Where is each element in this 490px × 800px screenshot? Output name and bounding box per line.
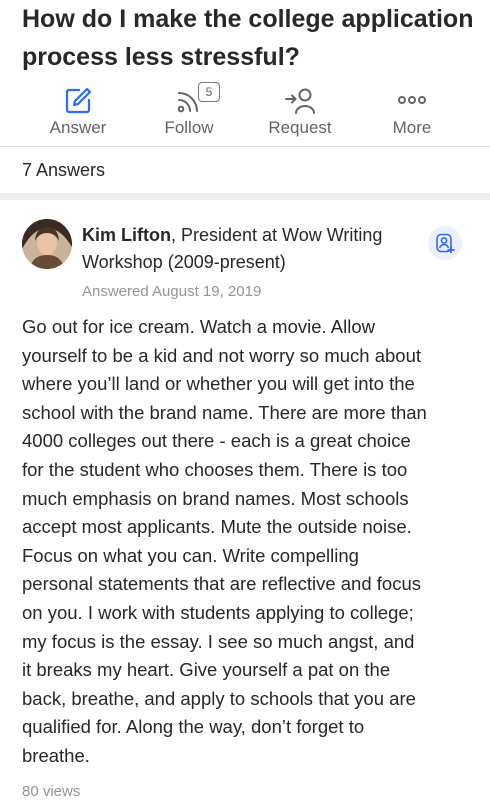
author-name[interactable]: Kim Lifton: [82, 225, 171, 245]
answer-line: on you. I work with students applying to…: [22, 601, 414, 623]
answer-line: my focus is the essay. I see so much ang…: [22, 630, 415, 652]
author-line: Kim Lifton, President at Wow Writing Wor…: [82, 222, 422, 276]
answer-line: Focus on what you can. Write compelling: [22, 544, 359, 566]
answer-icon-wrap: [23, 84, 133, 114]
answer-line: personal statements that are reflective …: [22, 573, 421, 595]
answer-label: Answer: [49, 118, 107, 137]
section-separator: [0, 193, 490, 200]
more-label: More: [392, 118, 432, 137]
answer-line: 4000 colleges out there - each is a grea…: [22, 430, 411, 452]
author-photo: [22, 219, 72, 269]
more-dots-icon: [398, 96, 426, 104]
follow-user-icon: [436, 233, 455, 253]
question-title[interactable]: How do I make the college application pr…: [22, 0, 482, 76]
answer-line: where you’ll land or whether you will ge…: [22, 373, 415, 395]
view-count[interactable]: 80 views: [22, 783, 80, 800]
request-icon-wrap: [245, 84, 355, 114]
follow-label: Follow: [164, 118, 214, 137]
pencil-icon: [65, 87, 92, 114]
more-icon-wrap: [357, 84, 467, 114]
divider: [0, 146, 490, 147]
answer-line: school with the brand name. There are mo…: [22, 401, 427, 423]
request-label: Request: [268, 118, 332, 137]
answer-line: yourself to be a kid and not worry so mu…: [22, 344, 421, 366]
answer-body: Go out for ice cream. Watch a movie. All…: [22, 313, 472, 771]
follow-count-badge: 5: [198, 82, 220, 102]
answer-line: much emphasis on brand names. Most schoo…: [22, 487, 409, 509]
more-button[interactable]: More: [357, 84, 467, 144]
answer-line: it breaks my heart. Give yourself a pat …: [22, 659, 391, 681]
answered-date[interactable]: Answered August 19, 2019: [82, 283, 261, 300]
follow-button[interactable]: 5 Follow: [134, 82, 244, 144]
answer-line: Go out for ice cream. Watch a movie. All…: [22, 316, 375, 337]
answer-line: back, breathe, and apply to schools that…: [22, 687, 416, 709]
author-avatar[interactable]: [22, 219, 72, 269]
follow-author-button[interactable]: [428, 226, 462, 260]
follow-icon-wrap: 5: [134, 82, 244, 114]
answer-button[interactable]: Answer: [23, 84, 133, 144]
answer-line: qualified for. Along the way, don’t forg…: [22, 716, 365, 738]
answer-line: accept most applicants. Mute the outside…: [22, 516, 412, 538]
answers-count: 7 Answers: [22, 160, 106, 180]
answer-line: for the student who chooses them. There …: [22, 458, 408, 480]
request-button[interactable]: Request: [245, 84, 355, 144]
answer-line: breathe.: [22, 744, 90, 766]
request-user-icon: [285, 88, 315, 114]
question-action-bar: Answer 5 Follow Request More: [0, 82, 490, 144]
